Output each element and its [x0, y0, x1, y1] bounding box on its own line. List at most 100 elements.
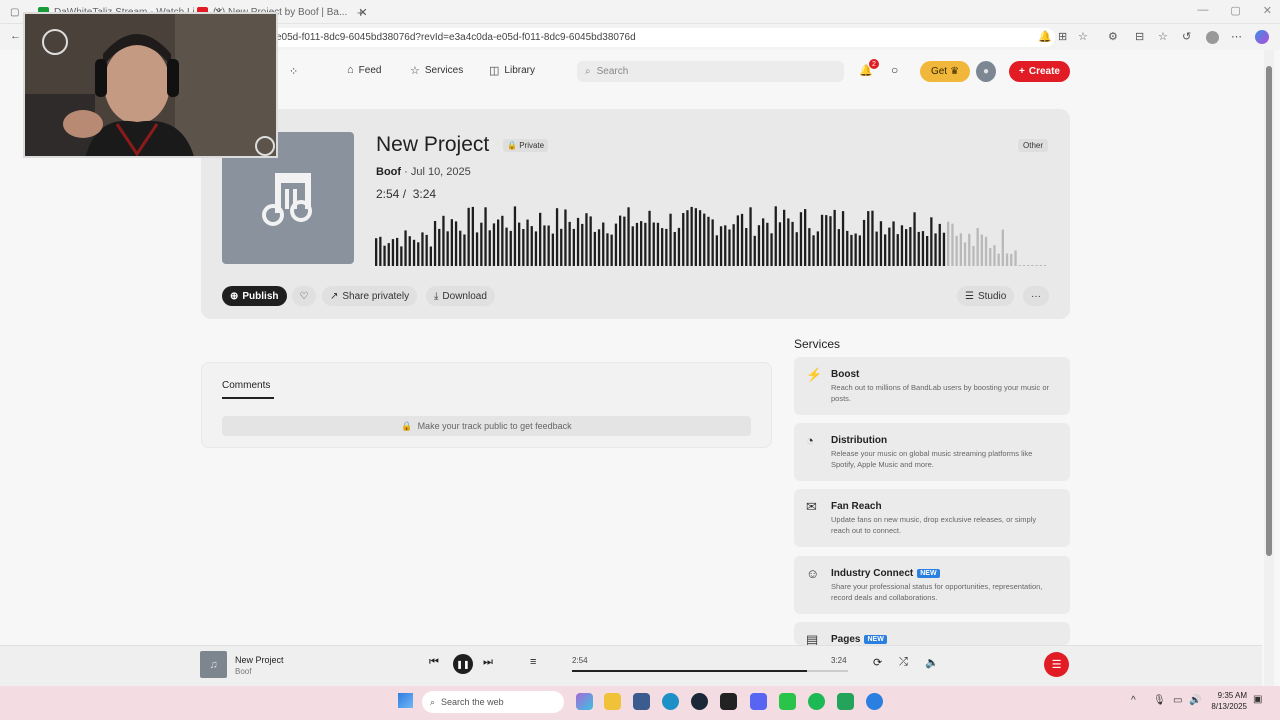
history-icon[interactable]: ↺	[1182, 30, 1191, 43]
service-card-boost[interactable]: ⚡ Boost Reach out to millions of BandLab u…	[794, 357, 1070, 415]
progress-fill	[572, 670, 808, 672]
service-card-fan-reach[interactable]: ✉ Fan Reach Update fans on new music, drop…	[794, 489, 1070, 547]
queue-button[interactable]: ☰	[1044, 652, 1069, 677]
xbox-icon[interactable]	[837, 693, 854, 710]
maximize-icon[interactable]: ▢	[1230, 4, 1240, 17]
waveform[interactable]	[375, 204, 1048, 266]
file-explorer-icon[interactable]	[604, 693, 621, 710]
messages-icon[interactable]: ○	[891, 63, 898, 77]
grid-menu-icon[interactable]: ⁘	[289, 65, 298, 78]
extensions-icon[interactable]: ⚙	[1108, 30, 1118, 43]
spotify-icon[interactable]	[808, 693, 825, 710]
share-button[interactable]: ↗ Share privately	[322, 286, 418, 306]
waveform-bar	[614, 223, 618, 266]
avatar[interactable]: ●	[976, 61, 996, 82]
waveform-bar	[572, 228, 575, 266]
player-artist[interactable]: Boof	[235, 667, 251, 676]
apps-icon[interactable]: ⊞	[1058, 30, 1067, 43]
waveform-bar	[850, 234, 853, 266]
windows-start-icon[interactable]	[398, 693, 413, 708]
speaker-icon[interactable]: 🔊	[1189, 695, 1201, 706]
waveform-bar	[804, 209, 807, 266]
taskbar-clock[interactable]: 9:35 AM 8/13/2025	[1205, 690, 1247, 712]
waveform-bar	[446, 231, 449, 266]
split-screen-icon[interactable]: ⊟	[1135, 30, 1144, 43]
shuffle-icon[interactable]: ⤮	[899, 656, 908, 669]
tray-chevron-icon[interactable]: ^	[1131, 695, 1136, 706]
waveform-bar	[488, 230, 491, 266]
favorites-icon[interactable]: ☆	[1158, 30, 1168, 43]
create-button[interactable]: + Create	[1009, 61, 1070, 82]
nav-feed[interactable]: ⌂ Feed	[347, 64, 381, 76]
waveform-bar	[715, 235, 718, 266]
waveform-bar	[766, 222, 769, 266]
game-app-icon[interactable]	[779, 693, 796, 710]
player-track-title[interactable]: New Project	[235, 655, 284, 665]
waveform-bar	[837, 229, 840, 266]
get-membership-button[interactable]: Get ♛	[920, 61, 970, 82]
waveform-bar	[707, 216, 710, 266]
microphone-icon[interactable]: 🎙	[1153, 695, 1166, 706]
waveform-bar	[543, 225, 546, 266]
waveform-bar	[412, 239, 416, 266]
previous-icon[interactable]: ⏮	[429, 656, 439, 669]
player-thumbnail[interactable]: ♫	[200, 651, 227, 678]
app-icon[interactable]	[720, 693, 737, 710]
favorite-star-icon[interactable]: ☆	[1078, 30, 1088, 43]
waveform-bar	[576, 217, 580, 266]
store-icon[interactable]	[633, 693, 650, 710]
publish-button[interactable]: ⊕ Publish	[222, 286, 287, 306]
waveform-bar	[560, 228, 563, 266]
address-bar[interactable]: e05d-f011-8dc9-6045bd38076d?revId=e3a4c0…	[150, 28, 1055, 47]
search-placeholder: Search	[596, 66, 629, 77]
repeat-icon[interactable]: ⟳	[873, 656, 882, 669]
nav-label: Feed	[358, 64, 382, 76]
mail-icon: ✉	[806, 499, 817, 514]
taskbar-search-input[interactable]: ⌕ Search the web	[422, 691, 564, 713]
download-button[interactable]: ⤓ Download	[426, 286, 495, 306]
artist-link[interactable]: Boof	[376, 166, 401, 178]
more-button[interactable]: ···	[1023, 286, 1049, 306]
studio-button[interactable]: ☰ Studio	[957, 286, 1015, 306]
nav-services[interactable]: ☆ Services	[410, 64, 463, 77]
new-tab-button[interactable]: +	[357, 4, 365, 21]
new-badge: NEW	[917, 569, 940, 578]
search-input[interactable]: ⌕ Search	[577, 61, 844, 82]
waveform-bar	[513, 206, 517, 266]
bell-icon[interactable]: 🔔	[1038, 30, 1052, 43]
notification-center-icon[interactable]: ▣	[1253, 694, 1262, 705]
discord-icon[interactable]	[750, 693, 767, 710]
next-icon[interactable]: ⏭	[483, 656, 493, 669]
scrollbar-thumb[interactable]	[1266, 66, 1272, 556]
close-window-icon[interactable]: ✕	[1263, 4, 1272, 17]
waveform-bar	[867, 211, 870, 266]
nav-library[interactable]: ◫ Library	[489, 64, 535, 77]
service-card-distribution[interactable]: ◔ Distribution Release your music on globa…	[794, 423, 1070, 481]
tab-actions-icon[interactable]: ▢	[10, 4, 19, 21]
waveform-bar	[871, 210, 874, 266]
waveform-bar	[454, 221, 458, 266]
more-options-icon[interactable]: ⋯	[1231, 30, 1242, 43]
volume-icon[interactable]: 🔈	[925, 656, 939, 669]
pause-button[interactable]: ❚❚	[453, 654, 473, 674]
waveform-bar	[429, 246, 432, 266]
copilot-taskbar-icon[interactable]	[576, 693, 593, 710]
edge-icon[interactable]	[662, 693, 679, 710]
steam-icon[interactable]	[691, 693, 708, 710]
copilot-icon[interactable]	[1255, 30, 1269, 44]
back-icon[interactable]: ←	[10, 30, 21, 42]
star-icon: ☆	[410, 65, 420, 77]
comments-title[interactable]: Comments	[222, 380, 270, 391]
like-button[interactable]: ♡	[292, 286, 316, 306]
network-icon[interactable]: ▭	[1173, 695, 1182, 706]
clock-date: 8/13/2025	[1211, 702, 1247, 711]
queue-list-icon[interactable]: ≡	[530, 656, 536, 668]
minimize-icon[interactable]: —	[1197, 4, 1208, 17]
service-card-industry-connect[interactable]: ☺ Industry Connect NEW Share your professio…	[794, 556, 1070, 614]
profile-icon[interactable]	[1206, 31, 1219, 44]
genre-tag[interactable]: Other	[1018, 139, 1049, 152]
service-card-pages[interactable]: ▤ Pages NEW	[794, 622, 1070, 647]
waveform-bar	[408, 236, 411, 266]
waveform-bar	[1005, 253, 1009, 266]
app-store-icon[interactable]	[866, 693, 883, 710]
